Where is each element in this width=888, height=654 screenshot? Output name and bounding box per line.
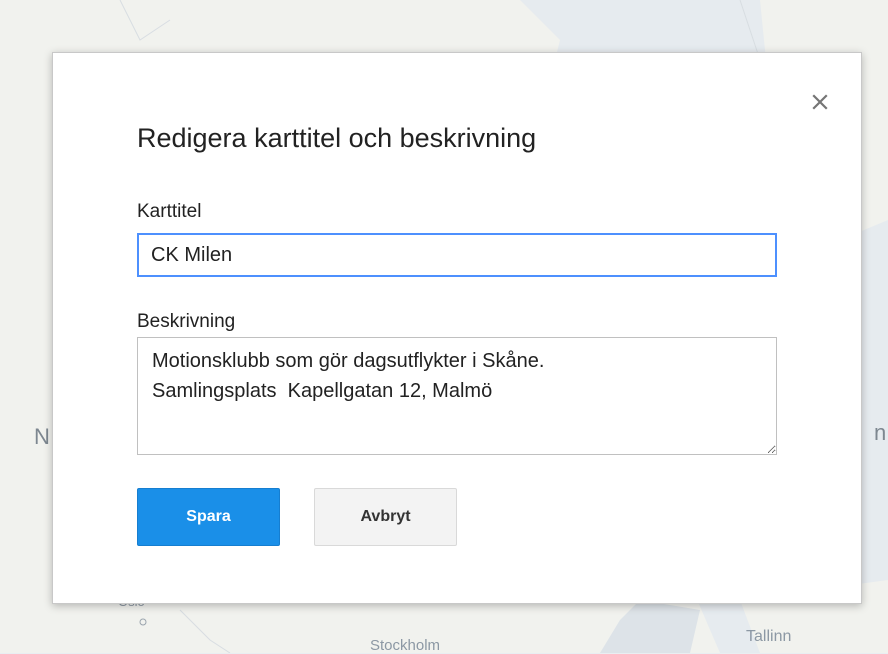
- map-label-tallinn: Tallinn: [746, 628, 792, 645]
- cancel-button[interactable]: Avbryt: [314, 488, 457, 546]
- map-title-input[interactable]: [137, 233, 777, 277]
- map-label-stockholm: Stockholm: [370, 637, 441, 654]
- edit-map-title-dialog: Redigera karttitel och beskrivning Kartt…: [52, 52, 862, 604]
- dialog-title: Redigera karttitel och beskrivning: [137, 123, 537, 153]
- close-button[interactable]: [805, 87, 835, 117]
- map-title-label: Karttitel: [137, 201, 202, 222]
- map-label-left-edge: N: [34, 424, 50, 449]
- map-label-right-edge: n: [874, 420, 887, 445]
- save-button[interactable]: Spara: [137, 488, 280, 546]
- close-icon: [812, 94, 828, 110]
- description-textarea[interactable]: Motionsklubb som gör dagsutflykter i Skå…: [137, 337, 777, 455]
- description-label: Beskrivning: [137, 311, 236, 332]
